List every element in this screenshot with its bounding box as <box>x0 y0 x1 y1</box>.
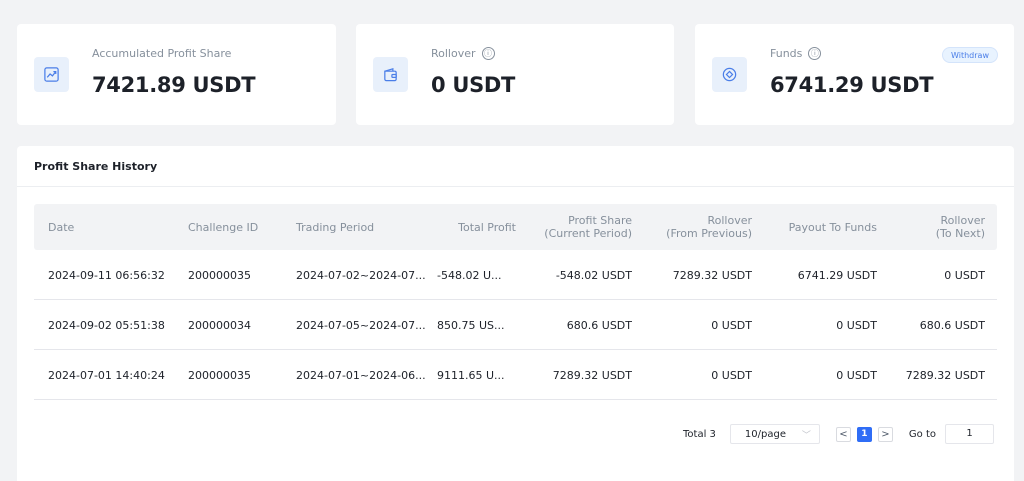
header-line: Rollover <box>707 214 752 227</box>
rollover-card: Rollover ⓘ 0 USDT <box>356 24 674 125</box>
column-header-total-profit: Total Profit <box>458 220 516 234</box>
header-line: (To Next) <box>935 227 985 240</box>
card-label: Rollover ⓘ <box>431 47 495 60</box>
cell-trading-period: 2024-07-02~2024-07... <box>296 268 426 282</box>
summary-cards: Accumulated Profit Share 7421.89 USDT Ro… <box>17 24 1014 125</box>
table-header: Date Challenge ID Trading Period Total P… <box>34 204 997 250</box>
cell-rollover-to-next: 0 USDT <box>944 268 985 282</box>
withdraw-button[interactable]: Withdraw <box>942 47 998 63</box>
card-value: 0 USDT <box>431 73 516 97</box>
cell-rollover-to-next: 680.6 USDT <box>919 318 985 332</box>
card-label-text: Funds <box>770 47 803 60</box>
cell-rollover-to-next: 7289.32 USDT <box>905 368 985 382</box>
cell-date: 2024-09-02 05:51:38 <box>48 318 165 332</box>
column-header-trading-period: Trading Period <box>296 220 375 234</box>
cell-payout-to-funds: 6741.29 USDT <box>797 268 877 282</box>
column-header-payout-to-funds: Payout To Funds <box>788 220 877 234</box>
coin-icon <box>712 57 747 92</box>
header-line: (From Previous) <box>666 227 752 240</box>
card-label: Accumulated Profit Share <box>92 47 231 60</box>
column-header-challenge-id: Challenge ID <box>188 220 259 234</box>
cell-challenge-id: 200000035 <box>188 368 251 382</box>
cell-payout-to-funds: 0 USDT <box>836 318 877 332</box>
cell-total-profit: 850.75 US... <box>437 318 505 332</box>
cell-rollover-from-previous: 7289.32 USDT <box>672 268 752 282</box>
next-page-button[interactable]: > <box>877 426 893 442</box>
accumulated-profit-share-card: Accumulated Profit Share 7421.89 USDT <box>17 24 336 125</box>
card-value: 7421.89 USDT <box>92 73 256 97</box>
column-header-date: Date <box>48 220 75 234</box>
cell-profit-share: 680.6 USDT <box>566 318 632 332</box>
cell-total-profit: 9111.65 U... <box>437 368 505 382</box>
page-size-value: 10/page <box>744 428 786 440</box>
panel-title: Profit Share History <box>34 160 158 173</box>
history-table: Date Challenge ID Trading Period Total P… <box>34 204 997 400</box>
cell-total-profit: -548.02 U... <box>437 268 502 282</box>
cell-date: 2024-07-01 14:40:24 <box>48 368 165 382</box>
page-1-button[interactable]: 1 <box>856 426 872 442</box>
header-line: Profit Share <box>568 214 632 227</box>
chevron-down-icon: ﹀ <box>801 430 811 441</box>
pagination-total: Total 3 <box>683 428 716 440</box>
divider <box>17 186 1014 187</box>
info-icon[interactable]: ⓘ <box>808 47 822 60</box>
goto-label: Go to <box>908 428 936 440</box>
cell-trading-period: 2024-07-01~2024-06... <box>296 368 426 382</box>
table-row: 2024-09-11 06:56:32 200000035 2024-07-02… <box>34 250 997 300</box>
cell-rollover-from-previous: 0 USDT <box>711 318 752 332</box>
card-label-text: Accumulated Profit Share <box>92 47 232 60</box>
wallet-icon <box>373 57 408 92</box>
goto-page-input[interactable]: 1 <box>945 424 994 444</box>
cell-trading-period: 2024-07-05~2024-07... <box>296 318 426 332</box>
funds-card: Funds ⓘ 6741.29 USDT Withdraw <box>695 24 1014 125</box>
prev-page-button[interactable]: < <box>835 426 851 442</box>
cell-challenge-id: 200000035 <box>188 268 251 282</box>
profit-share-history-panel: Profit Share History Date Challenge ID T… <box>17 146 1014 481</box>
table-row: 2024-07-01 14:40:24 200000035 2024-07-01… <box>34 350 997 400</box>
table-row: 2024-09-02 05:51:38 200000034 2024-07-05… <box>34 300 997 350</box>
cell-rollover-from-previous: 0 USDT <box>711 368 752 382</box>
cell-profit-share: -548.02 USDT <box>555 268 632 282</box>
cell-payout-to-funds: 0 USDT <box>836 368 877 382</box>
chart-trend-icon <box>34 57 69 92</box>
column-header-profit-share: Profit Share (Current Period) <box>524 204 632 250</box>
card-label-text: Rollover <box>431 47 476 60</box>
page-size-select[interactable]: 10/page ﹀ <box>729 424 820 444</box>
cell-date: 2024-09-11 06:56:32 <box>48 268 165 282</box>
card-value: 6741.29 USDT <box>770 73 934 97</box>
column-header-rollover-to-next: Rollover (To Next) <box>885 204 985 250</box>
cell-profit-share: 7289.32 USDT <box>552 368 632 382</box>
header-line: Rollover <box>940 214 985 227</box>
cell-challenge-id: 200000034 <box>188 318 251 332</box>
card-label: Funds ⓘ <box>770 47 822 60</box>
header-line: (Current Period) <box>544 227 632 240</box>
column-header-rollover-from-previous: Rollover (From Previous) <box>640 204 752 250</box>
pagination: Total 3 10/page ﹀ < 1 > Go to 1 <box>683 424 994 444</box>
info-icon[interactable]: ⓘ <box>481 47 495 60</box>
